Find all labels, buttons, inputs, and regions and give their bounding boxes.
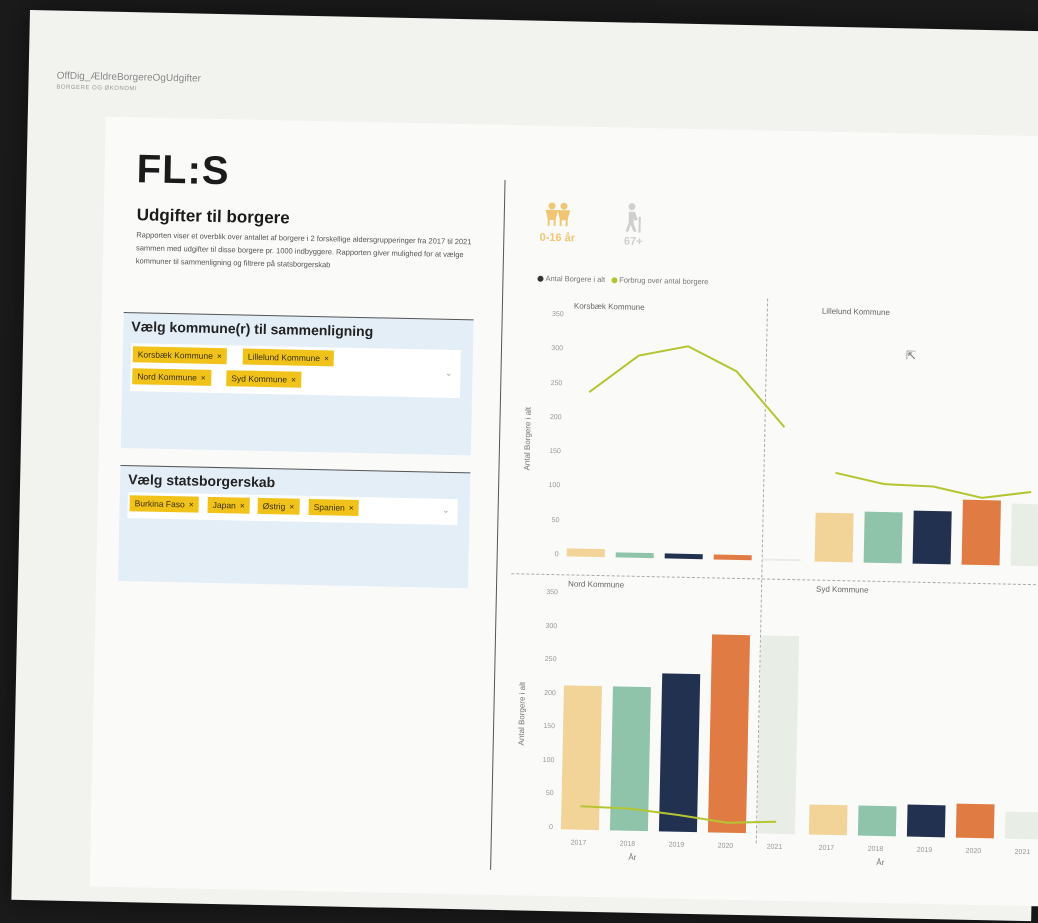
chart-bar[interactable] — [906, 804, 946, 838]
legend-dot — [537, 275, 544, 282]
kommune-filter-panel: Vælg kommune(r) til sammenligning Korsbæ… — [120, 312, 474, 456]
y-tick-label: 100 — [542, 756, 555, 764]
spending-line — [588, 345, 786, 428]
remove-tag-icon[interactable]: × — [189, 499, 194, 509]
statsborgerskab-multiselect[interactable]: Burkina Faso × Japan × Østrig × Spanien × ⌄ — [127, 492, 458, 526]
remove-tag-icon[interactable]: × — [289, 502, 294, 512]
statsborgerskab-tag[interactable]: Burkina Faso × — [129, 495, 199, 513]
report-canvas: FL:S Udgifter til borgere Rapporten vise… — [89, 116, 1038, 908]
kommune-tag[interactable]: Syd Kommune × — [226, 370, 302, 388]
section-divider — [490, 179, 506, 870]
chart-legend: Antal Borgere i alt Forbrug over antal b… — [537, 273, 709, 287]
app-title: OffDig_ÆldreBorgereOgUdgifter — [56, 70, 202, 85]
age-group-button-0-16[interactable]: 0-16 år — [531, 201, 584, 245]
age-group-label: 0-16 år — [539, 231, 576, 245]
x-tick-label: 2019 — [668, 841, 685, 849]
app-subtitle: BORGERE OG ØKONOMI — [56, 84, 138, 93]
x-tick-label: 2017 — [570, 839, 587, 847]
legend-dot — [611, 277, 618, 284]
y-tick-label: 100 — [548, 482, 561, 490]
fls-logo: FL:S — [136, 147, 231, 194]
y-axis-label: Antal Borgere i alt — [522, 406, 533, 471]
monitor-screen: OffDig_ÆldreBorgereOgUdgifter BORGERE OG… — [11, 10, 1038, 922]
remove-tag-icon[interactable]: × — [324, 353, 329, 363]
remove-tag-icon[interactable]: × — [201, 373, 206, 383]
x-tick-label: 2020 — [965, 847, 982, 856]
y-tick-label: 0 — [549, 824, 554, 832]
kommune-multiselect[interactable]: Korsbæk Kommune × Lillelund Kommune × Nord… — [130, 343, 461, 399]
statsborgerskab-filter-panel: Vælg statsborgerskab Burkina Faso × Japan… — [118, 464, 471, 589]
statsborgerskab-tag[interactable]: Østrig × — [257, 497, 300, 515]
chevron-down-icon[interactable]: ⌄ — [445, 368, 453, 379]
y-tick-label: 300 — [545, 622, 558, 630]
statsborgerskab-tag[interactable]: Spanien × — [308, 498, 359, 516]
legend-item: Antal Borgere i alt — [545, 273, 606, 285]
chart-bar[interactable] — [857, 805, 897, 837]
panel-title: Korsbæk Kommune — [573, 301, 645, 312]
chart-bar[interactable] — [955, 804, 995, 839]
x-tick-label: 2018 — [867, 845, 884, 854]
y-tick-label: 150 — [549, 448, 561, 456]
small-multiples-chart: Korsbæk Kommune 0 50 100 150 200 250 300 350 Lill… — [106, 117, 1038, 856]
y-tick-label: 300 — [551, 345, 564, 353]
chevron-down-icon[interactable]: ⌄ — [442, 505, 450, 516]
age-group-label: 67+ — [623, 235, 643, 248]
chart-bar[interactable] — [1004, 811, 1038, 840]
y-tick-label: 0 — [554, 551, 559, 559]
spending-line — [580, 805, 777, 824]
x-tick-label: 2021 — [1014, 848, 1031, 857]
x-tick-label: 2021 — [766, 843, 783, 851]
y-tick-label: 350 — [551, 311, 564, 319]
remove-tag-icon[interactable]: × — [240, 501, 245, 511]
age-group-button-67-plus[interactable]: 67+ — [613, 202, 654, 248]
legend-item: Forbrug over antal borgere — [619, 275, 709, 287]
report-description: Rapporten viser et overblik over antalle… — [135, 230, 472, 270]
y-tick-label: 250 — [544, 656, 557, 664]
statsborgerskab-filter-title: Vælg statsborgerskab — [128, 471, 276, 491]
statsborgerskab-tag[interactable]: Japan × — [207, 496, 250, 514]
panel-title: Syd Kommune — [815, 584, 869, 595]
y-tick-label: 200 — [544, 689, 556, 697]
panel-title: Lillelund Kommune — [821, 306, 890, 318]
x-tick-label: 2020 — [717, 842, 734, 850]
mouse-cursor-icon: ⇱ — [905, 348, 917, 363]
spending-line-chart — [580, 805, 777, 824]
kommune-tag[interactable]: Lillelund Kommune × — [242, 348, 335, 367]
children-icon — [545, 202, 571, 227]
y-tick-label: 200 — [549, 413, 562, 422]
chart-bar[interactable] — [808, 804, 848, 836]
y-tick-label: 50 — [545, 790, 554, 798]
spending-line-chart — [835, 471, 1032, 499]
spending-line-chart — [588, 345, 786, 428]
kommune-tag[interactable]: Nord Kommune × — [132, 368, 212, 386]
elderly-walking-icon — [625, 203, 641, 233]
y-axis-label: Antal Borgere i alt — [516, 681, 528, 746]
x-axis-label: År — [876, 857, 885, 868]
x-tick-label: 2019 — [916, 846, 933, 855]
remove-tag-icon[interactable]: × — [217, 351, 222, 361]
x-tick-label: 2017 — [818, 844, 835, 853]
y-tick-label: 50 — [551, 516, 560, 524]
spending-line — [835, 471, 1032, 499]
x-axis-label: År — [628, 852, 637, 862]
report-heading: Udgifter til borgere — [136, 205, 290, 228]
y-tick-label: 250 — [550, 379, 563, 387]
y-tick-label: 150 — [543, 723, 556, 731]
kommune-tag[interactable]: Korsbæk Kommune × — [132, 346, 228, 365]
y-tick-label: 350 — [546, 588, 558, 597]
panel-title: Nord Kommune — [568, 579, 625, 590]
kommune-filter-title: Vælg kommune(r) til sammenligning — [131, 318, 374, 340]
remove-tag-icon[interactable]: × — [349, 503, 354, 513]
remove-tag-icon[interactable]: × — [291, 375, 296, 385]
x-tick-label: 2018 — [619, 840, 636, 848]
